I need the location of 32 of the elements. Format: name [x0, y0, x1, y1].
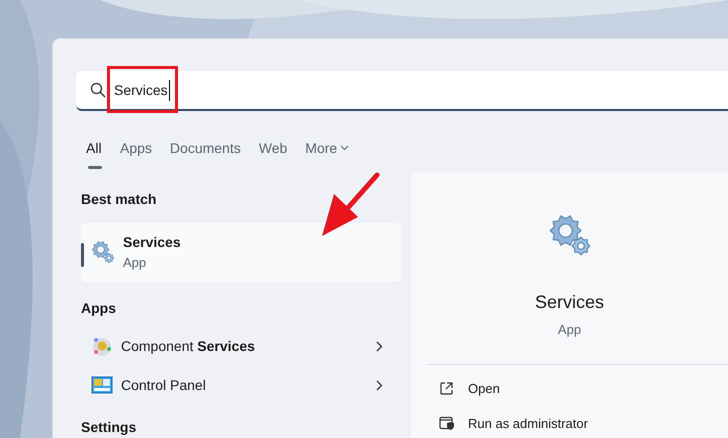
- arrow-annotation: [322, 172, 380, 238]
- search-icon: [90, 82, 106, 98]
- search-text: Services: [114, 80, 170, 100]
- control-panel-icon: [91, 376, 113, 394]
- section-heading: Best match: [81, 190, 158, 209]
- tab[interactable]: All: [86, 135, 102, 171]
- item-title: Services: [123, 233, 181, 252]
- section-heading: Settings: [81, 418, 138, 437]
- shield-window-icon: [439, 416, 454, 432]
- section-heading: Apps: [81, 298, 117, 318]
- component-icon: [91, 335, 113, 358]
- search-field[interactable]: Services: [76, 71, 728, 111]
- external-link-icon: [439, 380, 454, 396]
- chevron-right-icon: [376, 340, 383, 352]
- tab[interactable]: Apps: [120, 135, 152, 171]
- tab[interactable]: Web: [258, 135, 288, 171]
- action-item[interactable]: Run as administrator: [439, 414, 728, 434]
- tab[interactable]: Documents: [170, 135, 241, 171]
- action-item[interactable]: Open: [439, 378, 728, 398]
- highlight-box: [107, 66, 178, 113]
- chevron-right-icon: [376, 380, 383, 391]
- detail-subtitle: App: [558, 321, 582, 339]
- best-match-item[interactable]: Services App: [81, 223, 401, 282]
- tab[interactable]: More: [305, 135, 350, 171]
- app-label: Control Panel: [121, 376, 207, 395]
- gears-icon: [91, 240, 115, 264]
- item-subtitle: App: [123, 254, 148, 272]
- app-item[interactable]: Component Services: [81, 326, 401, 366]
- app-label: Component Services: [121, 336, 256, 356]
- gears-icon: [548, 213, 592, 257]
- detail-title: Services: [534, 291, 604, 314]
- app-item[interactable]: Control Panel: [81, 366, 401, 405]
